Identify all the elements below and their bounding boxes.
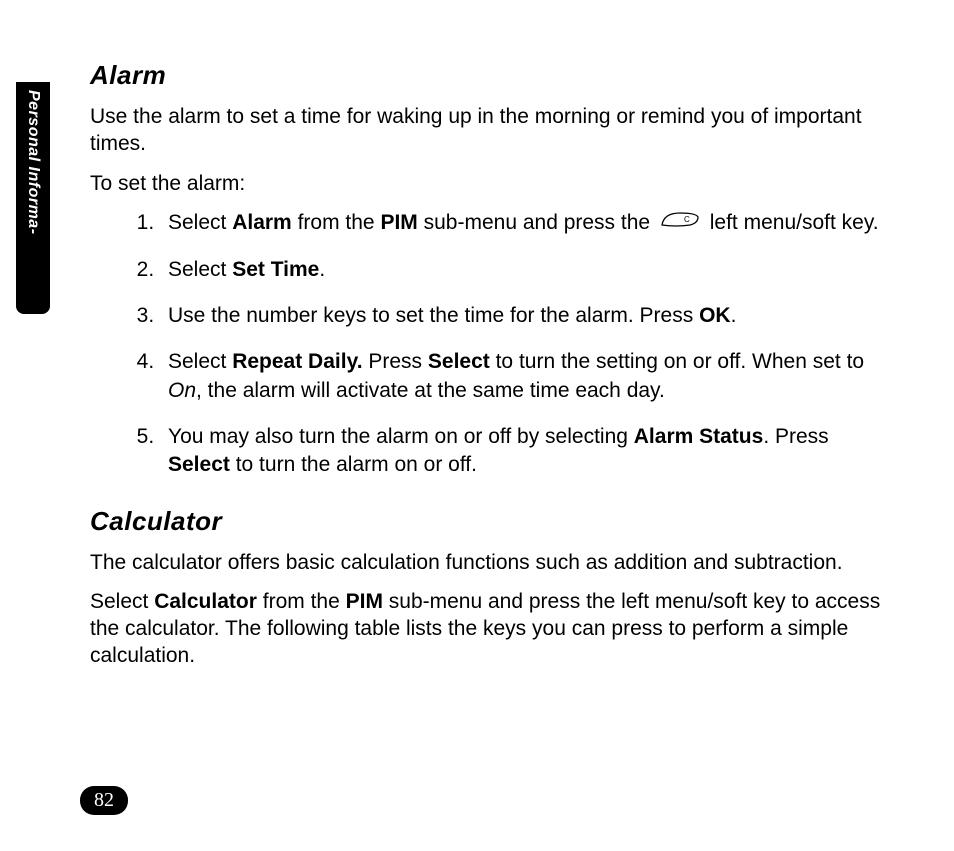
text: to turn the alarm on or off. (230, 453, 477, 476)
text: Use the number keys to set the time for … (168, 304, 699, 327)
alarm-step-1: Select Alarm from the PIM sub-menu and p… (160, 209, 890, 238)
side-tab: Personal Informa- (16, 82, 50, 314)
left-softkey-icon: C (660, 209, 700, 237)
text: , the alarm will activate at the same ti… (196, 379, 665, 402)
alarm-steps-list: Select Alarm from the PIM sub-menu and p… (90, 209, 890, 480)
text: Select (168, 211, 232, 234)
text: Select (168, 350, 232, 373)
alarm-heading: Alarm (90, 60, 890, 91)
text: . (319, 258, 325, 281)
alarm-step-5: You may also turn the alarm on or off by… (160, 423, 890, 480)
calculator-menu-label: Calculator (154, 590, 257, 613)
calculator-heading: Calculator (90, 506, 890, 537)
text: from the (292, 211, 381, 234)
svg-text:C: C (684, 215, 690, 224)
alarm-step-2: Select Set Time. (160, 256, 890, 284)
text: left menu/soft key. (704, 211, 879, 234)
calculator-instructions: Select Calculator from the PIM sub-menu … (90, 588, 890, 670)
alarm-status-label: Alarm Status (634, 425, 764, 448)
text: . (731, 304, 737, 327)
text: Select (90, 590, 154, 613)
alarm-intro: Use the alarm to set a time for waking u… (90, 103, 890, 158)
select-label: Select (168, 453, 230, 476)
text: sub-menu and press the (418, 211, 656, 234)
alarm-step-4: Select Repeat Daily. Press Select to tur… (160, 348, 890, 405)
text: . Press (763, 425, 828, 448)
set-time-label: Set Time (232, 258, 319, 281)
repeat-daily-label: Repeat Daily. (232, 350, 362, 373)
ok-label: OK (699, 304, 731, 327)
text: to turn the setting on or off. When set … (490, 350, 864, 373)
pim-label: PIM (380, 211, 417, 234)
pim-label: PIM (346, 590, 383, 613)
calculator-intro: The calculator offers basic calculation … (90, 549, 890, 576)
text: from the (257, 590, 346, 613)
calculator-section: Calculator The calculator offers basic c… (90, 506, 890, 670)
alarm-menu-label: Alarm (232, 211, 292, 234)
alarm-to-set: To set the alarm: (90, 170, 890, 197)
text: Select (168, 258, 232, 281)
page-number-badge: 82 (80, 786, 128, 815)
select-label: Select (428, 350, 490, 373)
page-content: Alarm Use the alarm to set a time for wa… (90, 60, 890, 682)
on-label: On (168, 379, 196, 402)
text: Press (363, 350, 428, 373)
alarm-step-3: Use the number keys to set the time for … (160, 302, 890, 330)
text: You may also turn the alarm on or off by… (168, 425, 634, 448)
